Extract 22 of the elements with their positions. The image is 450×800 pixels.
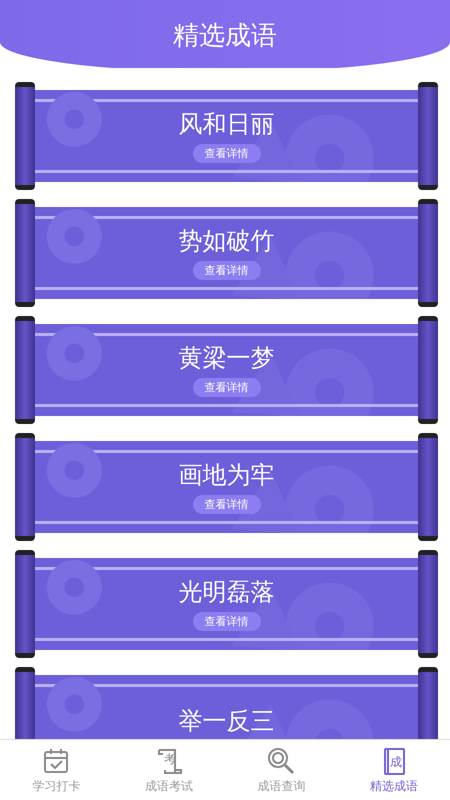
details-button[interactable]: 查看详情	[192, 612, 260, 630]
page-title: 精选成语	[173, 20, 277, 52]
idiom-title: 画地为牢	[178, 460, 274, 488]
details-button[interactable]: 查看详情	[192, 378, 260, 396]
idiom-title: 举一反三	[178, 707, 274, 735]
details-button[interactable]: 查看详情	[192, 144, 260, 162]
nav-tab[interactable]: 考 成语考试	[112, 740, 225, 800]
idiom-title: 黄梁一梦	[178, 344, 274, 372]
details-button[interactable]: 查看详情	[192, 494, 260, 514]
idiom-title: 光明磊落	[178, 578, 274, 606]
search-icon	[266, 746, 296, 776]
scroll-card[interactable]: 势如破竹 查看详情	[35, 207, 418, 299]
scroll-card[interactable]: 画地为牢 查看详情	[35, 441, 418, 533]
nav-tab[interactable]: 成 精选成语	[338, 740, 450, 800]
scroll-card[interactable]: 风和日丽 查看详情	[35, 90, 418, 182]
idiom-title: 势如破竹	[178, 226, 274, 254]
details-button[interactable]: 查看详情	[192, 260, 260, 280]
scroll-card[interactable]: 光明磊落 查看详情	[35, 558, 418, 650]
nav-tab[interactable]: 成语查询	[225, 740, 338, 800]
idiom-title: 风和日丽	[178, 110, 274, 138]
scroll-card[interactable]: 黄梁一梦 查看详情	[35, 324, 418, 416]
nav-tab[interactable]: 学习打卡	[0, 740, 112, 800]
